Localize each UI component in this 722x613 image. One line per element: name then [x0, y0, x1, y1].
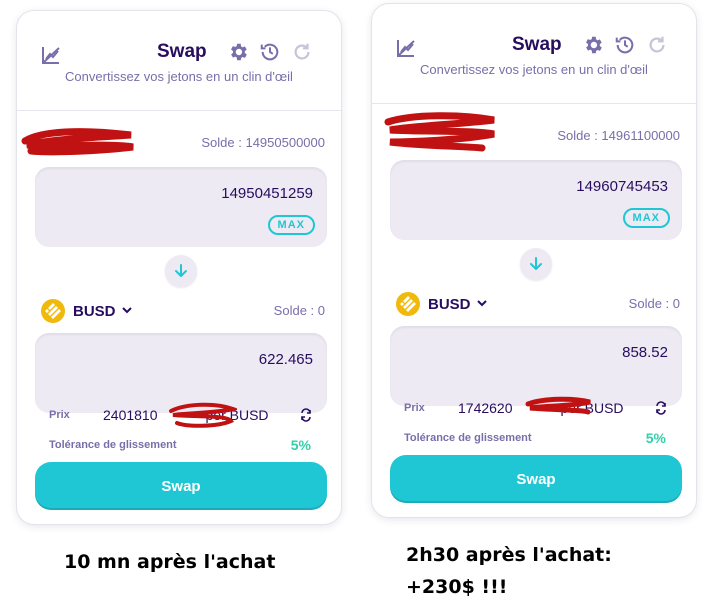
to-token-row: BUSD Solde : 0: [372, 290, 696, 320]
busd-token-icon: [396, 292, 420, 316]
chart-disabled-icon[interactable]: [396, 38, 416, 58]
price-label: Prix: [49, 409, 70, 421]
swap-button[interactable]: Swap: [35, 462, 327, 510]
price-row: Prix 1742620 per BUSD: [372, 396, 696, 420]
price-row: Prix 2401810 per BUSD: [17, 402, 341, 428]
caption-line: 10 mn après l'achat: [64, 551, 276, 573]
refresh-icon[interactable]: [291, 41, 313, 63]
to-balance: Solde : 0: [628, 296, 680, 311]
from-balance: Solde : 14950500000: [201, 135, 325, 150]
swap-panel-left: Swap Convertissez vos jetons en un clin …: [16, 10, 342, 525]
swap-subtitle: Convertissez vos jetons en un clin d'œil: [65, 69, 293, 84]
from-amount-input[interactable]: 14960745453: [576, 178, 668, 195]
caption-right: 2h30 après l'achat: +230$ !!!: [406, 539, 612, 603]
swap-button[interactable]: Swap: [390, 455, 682, 503]
redaction-scribble: [384, 112, 495, 152]
slippage-value[interactable]: 5%: [646, 430, 666, 446]
chevron-down-icon[interactable]: [121, 304, 133, 316]
swap-title: Swap: [512, 34, 562, 55]
price-value-start: 1742620: [458, 400, 513, 416]
from-amount-input[interactable]: 14950451259: [221, 185, 313, 202]
to-token-row: BUSD Solde : 0: [17, 297, 341, 327]
price-label: Prix: [404, 402, 425, 414]
caption-line: +230$ !!!: [406, 576, 508, 598]
caption-line: 2h30 après l'achat:: [406, 544, 612, 566]
redaction-scribble: [525, 396, 591, 415]
redaction-scribble: [169, 402, 237, 428]
slippage-label: Tolérance de glissement: [404, 432, 532, 444]
history-icon[interactable]: [614, 34, 636, 56]
from-token-row: Solde : 14950500000: [17, 111, 341, 163]
gear-icon[interactable]: [582, 34, 604, 56]
refresh-icon[interactable]: [646, 34, 668, 56]
swap-panel-right: Swap Convertissez vos jetons en un clin …: [371, 3, 697, 518]
switch-direction-button[interactable]: [520, 248, 552, 280]
redaction-scribble: [21, 128, 134, 156]
slippage-label: Tolérance de glissement: [49, 439, 177, 451]
history-icon[interactable]: [259, 41, 281, 63]
to-token-selector[interactable]: BUSD: [73, 303, 116, 320]
from-amount-box[interactable]: 14950451259 MAX: [35, 167, 327, 247]
swap-vertical-icon[interactable]: [654, 401, 668, 415]
swap-vertical-icon[interactable]: [299, 408, 313, 422]
to-token-selector[interactable]: BUSD: [428, 296, 471, 313]
price-value-start: 2401810: [103, 407, 158, 423]
from-token-row: Solde : 14961100000: [372, 104, 696, 156]
caption-left: 10 mn après l'achat: [64, 546, 275, 578]
slippage-row: Tolérance de glissement 5%: [372, 430, 696, 450]
max-button[interactable]: MAX: [267, 215, 315, 235]
arrow-down-icon: [175, 264, 187, 277]
slippage-row: Tolérance de glissement 5%: [17, 437, 341, 457]
slippage-value[interactable]: 5%: [291, 437, 311, 453]
switch-direction-button[interactable]: [165, 255, 197, 287]
from-balance: Solde : 14961100000: [557, 128, 680, 143]
to-amount-input[interactable]: 622.465: [259, 351, 313, 368]
chevron-down-icon[interactable]: [476, 297, 488, 309]
swap-title: Swap: [157, 41, 207, 62]
gear-icon[interactable]: [227, 41, 249, 63]
max-button[interactable]: MAX: [622, 208, 670, 228]
arrow-down-icon: [530, 257, 542, 270]
to-amount-input[interactable]: 858.52: [622, 344, 668, 361]
swap-header: Swap Convertissez vos jetons en un clin …: [17, 11, 341, 111]
swap-subtitle: Convertissez vos jetons en un clin d'œil: [420, 62, 648, 77]
from-amount-box[interactable]: 14960745453 MAX: [390, 160, 682, 240]
swap-header: Swap Convertissez vos jetons en un clin …: [372, 4, 696, 104]
chart-disabled-icon[interactable]: [41, 45, 61, 65]
to-balance: Solde : 0: [273, 303, 325, 318]
busd-token-icon: [41, 299, 65, 323]
